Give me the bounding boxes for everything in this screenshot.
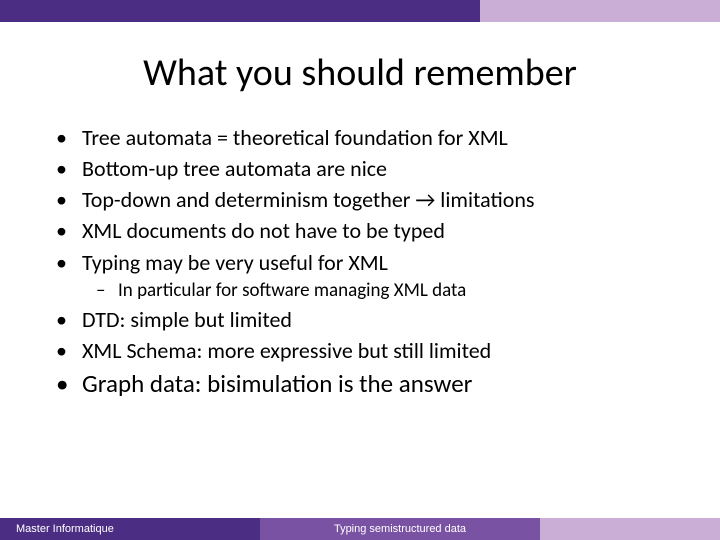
bullet-item: Tree automata = theoretical foundation f… <box>36 124 684 152</box>
bullet-item: Bottom-up tree automata are nice <box>36 155 684 183</box>
slide: What you should remember Tree automata =… <box>0 0 720 540</box>
top-bar-dark <box>0 0 480 22</box>
bullet-item: DTD: simple but limited <box>36 306 684 334</box>
bullet-item: Top-down and determinism together → limi… <box>36 186 684 214</box>
footer-bar: Master Informatique Typing semistructure… <box>0 518 720 540</box>
sub-bullet-item: In particular for software managing XML … <box>82 279 684 303</box>
footer-left: Master Informatique <box>0 518 260 540</box>
bullet-list: Tree automata = theoretical foundation f… <box>36 124 684 400</box>
footer-right <box>540 518 720 540</box>
slide-title: What you should remember <box>0 50 720 96</box>
bullet-item: Graph data: bisimulation is the answer <box>36 368 684 400</box>
footer-mid: Typing semistructured data <box>260 518 540 540</box>
bullet-item: Typing may be very useful for XML In par… <box>36 249 684 303</box>
bullet-text: Typing may be very useful for XML <box>82 249 388 276</box>
top-bar-light <box>480 0 720 22</box>
sub-bullet-list: In particular for software managing XML … <box>82 279 684 303</box>
bullet-item: XML Schema: more expressive but still li… <box>36 337 684 365</box>
top-accent-bar <box>0 0 720 22</box>
slide-content: Tree automata = theoretical foundation f… <box>0 124 720 540</box>
bullet-item: XML documents do not have to be typed <box>36 217 684 245</box>
